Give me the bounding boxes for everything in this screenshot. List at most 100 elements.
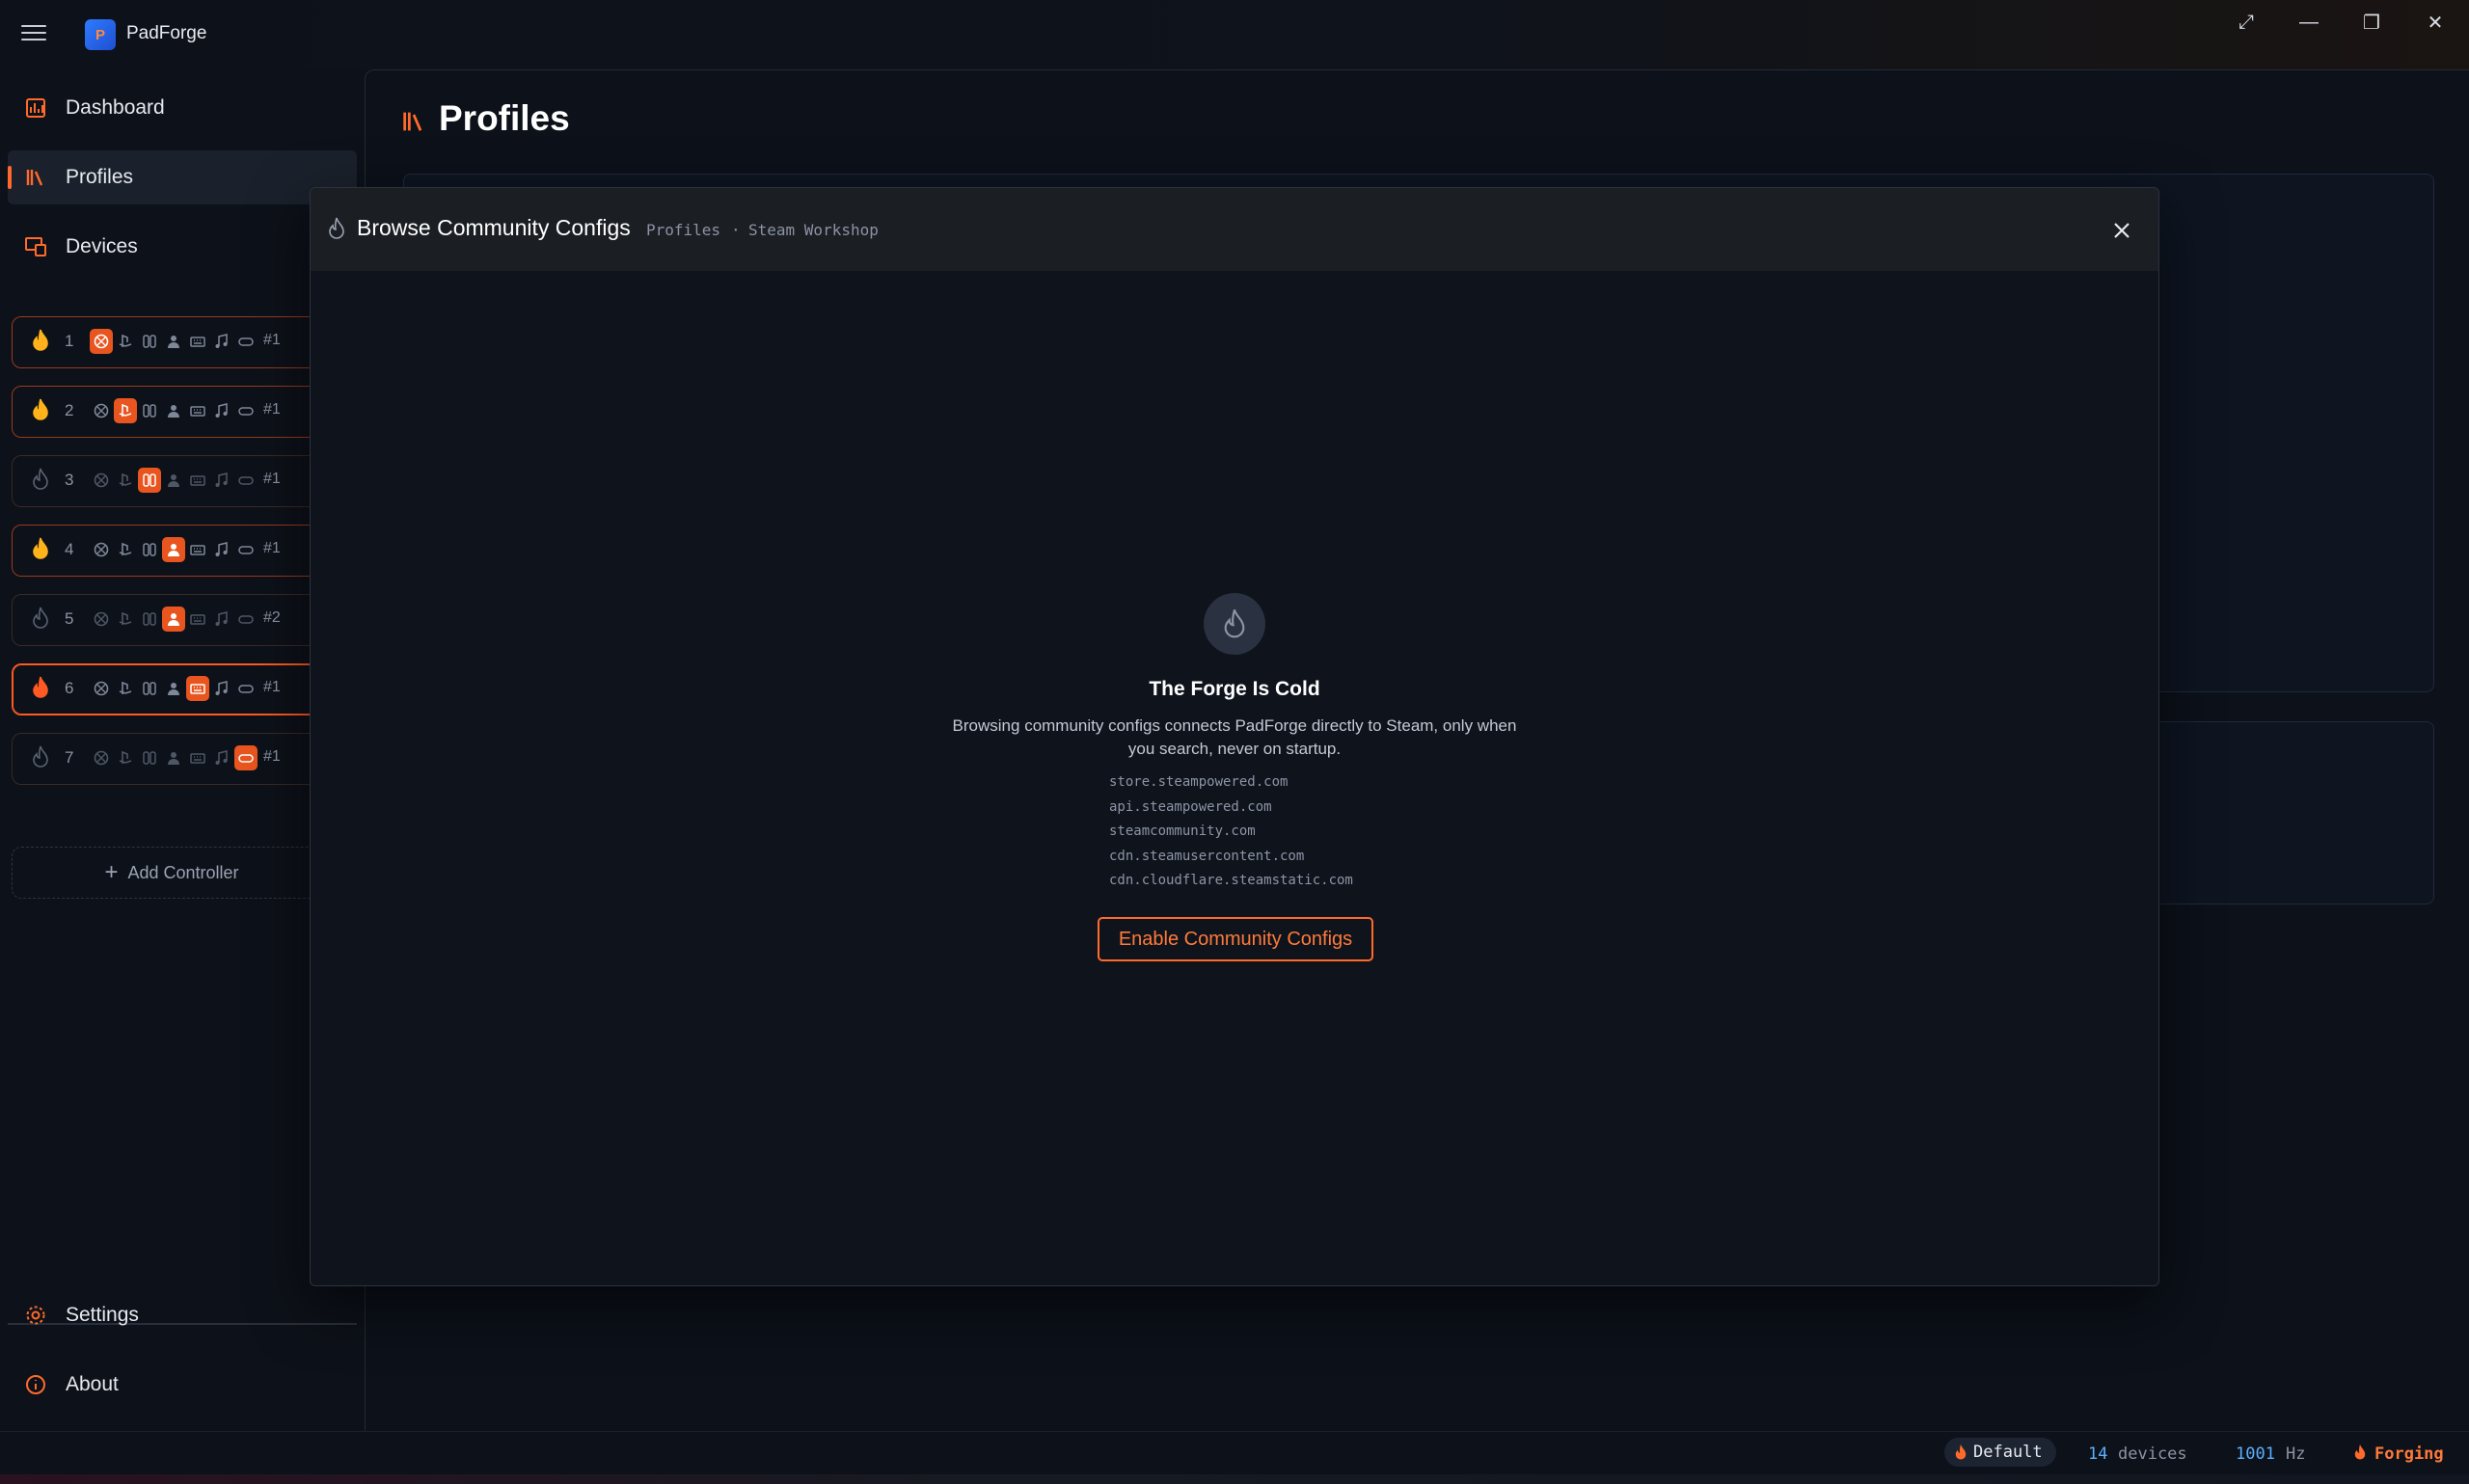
enable-community-configs-button[interactable]: Enable Community Configs <box>1098 917 1373 961</box>
xbox-icon[interactable] <box>90 468 113 493</box>
controller-slot[interactable]: 1 #1 <box>12 316 332 368</box>
user-icon[interactable] <box>162 745 185 770</box>
community-configs-dialog: Browse Community Configs Profiles · Stea… <box>310 187 2159 1286</box>
midi-icon[interactable] <box>210 468 233 493</box>
nav-about-label: About <box>66 1373 119 1395</box>
playstation-icon[interactable] <box>114 607 137 632</box>
user-icon[interactable] <box>162 329 185 354</box>
nav-about[interactable]: About <box>8 1358 357 1412</box>
keyboard-icon[interactable] <box>186 745 209 770</box>
playstation-icon[interactable] <box>114 676 137 701</box>
gamepad-icon[interactable] <box>234 329 258 354</box>
slot-number: 4 <box>65 540 74 558</box>
controller-slot[interactable]: 3 #1 <box>12 455 332 507</box>
xbox-icon[interactable] <box>90 676 113 701</box>
slot-number: 3 <box>65 471 74 489</box>
switch-icon[interactable] <box>138 329 161 354</box>
close-window-icon[interactable]: ✕ <box>2413 8 2457 37</box>
switch-icon[interactable] <box>138 468 161 493</box>
nav-profiles[interactable]: Profiles <box>8 150 357 204</box>
flame-icon <box>2353 1444 2367 1466</box>
flame-icon[interactable] <box>32 468 49 496</box>
xbox-icon[interactable] <box>90 398 113 423</box>
controller-slot[interactable]: 4 #1 <box>12 525 332 577</box>
playstation-icon[interactable] <box>114 468 137 493</box>
keyboard-icon[interactable] <box>186 398 209 423</box>
gamepad-icon[interactable] <box>234 398 258 423</box>
dashboard-icon <box>23 95 48 121</box>
nav-settings-label: Settings <box>66 1304 139 1326</box>
controller-type-selector <box>90 607 258 632</box>
controller-slot[interactable]: 7 #1 <box>12 733 332 785</box>
flame-icon[interactable] <box>32 537 49 565</box>
keyboard-icon[interactable] <box>186 537 209 562</box>
switch-icon[interactable] <box>138 607 161 632</box>
flame-icon[interactable] <box>32 607 49 634</box>
flame-icon[interactable] <box>32 745 49 773</box>
gamepad-icon[interactable] <box>234 745 258 770</box>
close-dialog-button[interactable] <box>2104 213 2139 248</box>
playstation-icon[interactable] <box>114 329 137 354</box>
flame-icon <box>1955 1444 1967 1460</box>
gamepad-icon[interactable] <box>234 537 258 562</box>
flame-icon[interactable] <box>32 676 49 704</box>
controller-type-selector <box>90 676 258 701</box>
dialog-title: Browse Community Configs <box>357 215 631 240</box>
nav-profiles-label: Profiles <box>66 166 134 188</box>
flame-icon <box>328 217 345 245</box>
empty-state-description: Browsing community configs connects PadF… <box>952 716 1517 758</box>
midi-icon[interactable] <box>210 537 233 562</box>
user-icon[interactable] <box>162 676 185 701</box>
flame-icon[interactable] <box>32 329 49 357</box>
user-icon[interactable] <box>162 537 185 562</box>
nav-devices[interactable]: Devices <box>8 220 357 274</box>
title-bar: P PadForge ⤢ — ❐ ✕ <box>0 0 2469 69</box>
playstation-icon[interactable] <box>114 537 137 562</box>
midi-icon[interactable] <box>210 329 233 354</box>
breadcrumb-steam-workshop: Steam Workshop <box>748 221 879 239</box>
nav-dashboard-label: Dashboard <box>66 96 165 119</box>
keyboard-icon[interactable] <box>186 329 209 354</box>
hamburger-menu-icon[interactable] <box>21 25 46 42</box>
switch-icon[interactable] <box>138 398 161 423</box>
playstation-icon[interactable] <box>114 398 137 423</box>
minimize-icon[interactable]: — <box>2287 8 2331 37</box>
xbox-icon[interactable] <box>90 607 113 632</box>
controller-slot[interactable]: 5 #2 <box>12 594 332 646</box>
switch-icon[interactable] <box>138 537 161 562</box>
keyboard-icon[interactable] <box>186 607 209 632</box>
slot-number: 7 <box>65 748 74 767</box>
nav-dashboard[interactable]: Dashboard <box>8 81 357 135</box>
controller-slot[interactable]: 2 #1 <box>12 386 332 438</box>
switch-icon[interactable] <box>138 745 161 770</box>
gamepad-icon[interactable] <box>234 607 258 632</box>
user-icon[interactable] <box>162 468 185 493</box>
xbox-icon[interactable] <box>90 745 113 770</box>
user-icon[interactable] <box>162 398 185 423</box>
gear-icon <box>23 1303 48 1328</box>
gamepad-icon[interactable] <box>234 676 258 701</box>
status-bar: Default 14 devices 1001 Hz Forging <box>0 1431 2469 1475</box>
playstation-icon[interactable] <box>114 745 137 770</box>
nav-settings[interactable]: Settings <box>8 1288 357 1342</box>
profile-badge[interactable]: Default <box>1944 1438 2056 1467</box>
switch-icon[interactable] <box>138 676 161 701</box>
slot-tag: #1 <box>263 748 281 765</box>
xbox-icon[interactable] <box>90 329 113 354</box>
xbox-icon[interactable] <box>90 537 113 562</box>
add-controller-button[interactable]: + Add Controller <box>12 847 332 899</box>
flame-icon[interactable] <box>32 398 49 426</box>
user-icon[interactable] <box>162 607 185 632</box>
midi-icon[interactable] <box>210 398 233 423</box>
midi-icon[interactable] <box>210 676 233 701</box>
midi-icon[interactable] <box>210 745 233 770</box>
controller-slot[interactable]: 6 #1 <box>12 663 332 715</box>
midi-icon[interactable] <box>210 607 233 632</box>
keyboard-icon[interactable] <box>186 676 209 701</box>
controller-type-selector <box>90 537 258 562</box>
gamepad-icon[interactable] <box>234 468 258 493</box>
keyboard-icon[interactable] <box>186 468 209 493</box>
restore-icon[interactable]: ❐ <box>2349 8 2394 37</box>
profiles-icon <box>400 108 427 140</box>
fullscreen-icon[interactable]: ⤢ <box>2224 8 2268 37</box>
